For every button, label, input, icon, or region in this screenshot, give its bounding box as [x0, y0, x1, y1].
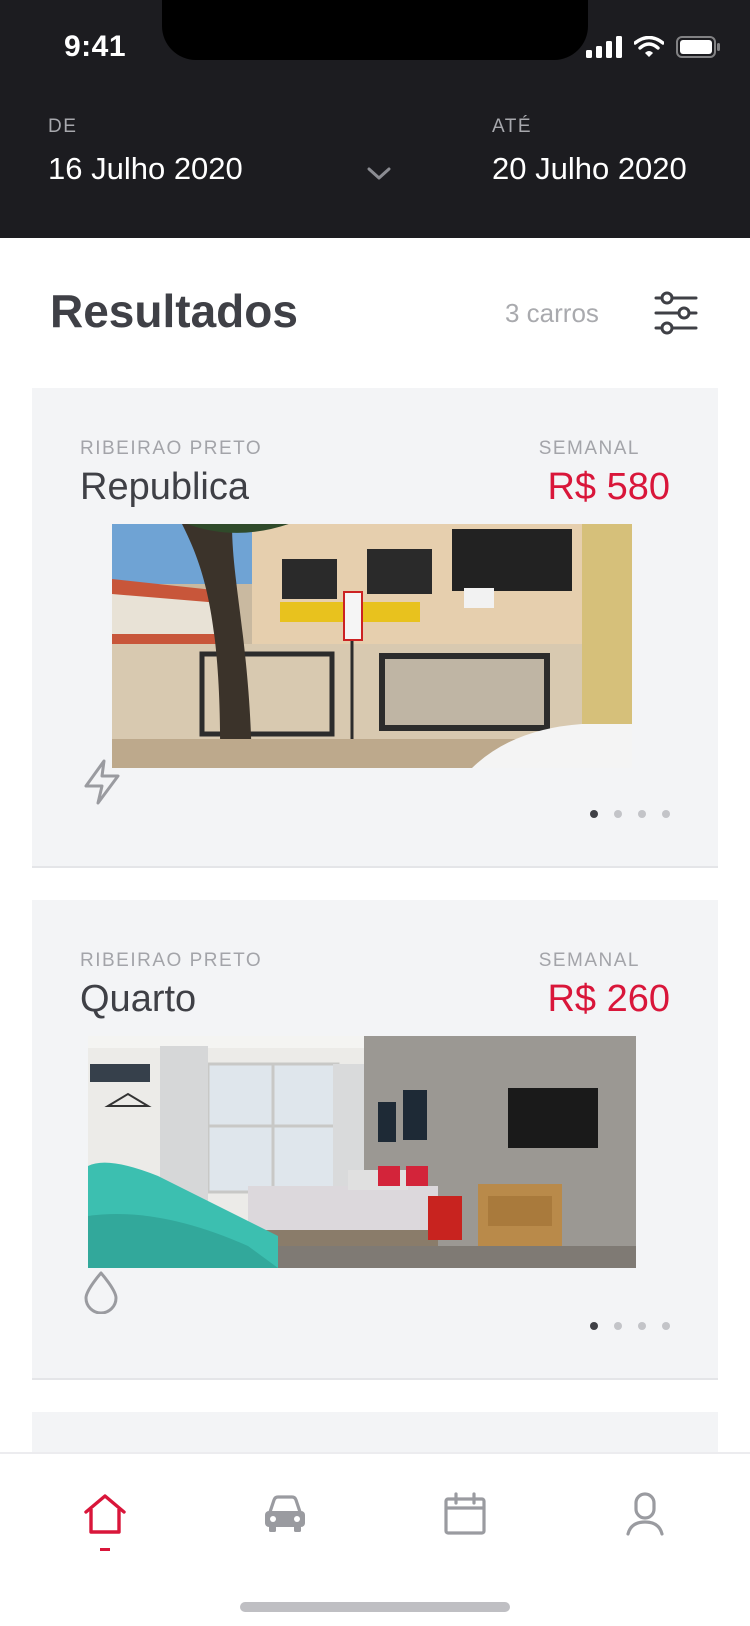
to-date-value[interactable]: 20 Julho 2020 [492, 151, 687, 187]
pagination-dot[interactable] [614, 1322, 622, 1330]
listing-name: Quarto [80, 978, 197, 1020]
status-time: 9:41 [64, 30, 127, 63]
tab-home[interactable] [75, 1484, 135, 1544]
calendar-icon [444, 1492, 486, 1535]
profile-icon [626, 1492, 664, 1536]
wifi-icon [634, 36, 664, 57]
chevron-down-icon[interactable] [364, 160, 394, 186]
pagination-dot[interactable] [614, 810, 622, 818]
photo-pagination[interactable] [590, 810, 670, 818]
results-count: 3 carros [505, 298, 599, 328]
pagination-dot[interactable] [590, 810, 598, 818]
home-indicator[interactable] [240, 1602, 510, 1612]
date-header: 9:41 DE 16 Julho 2020 ATÉ 20 Julho 2020 [0, 0, 750, 238]
listing-name: Republica [80, 466, 249, 508]
tab-calendar[interactable] [435, 1484, 495, 1544]
home-icon [84, 1494, 126, 1534]
water-drop-icon [84, 1271, 118, 1314]
listing-city: RIBEIRAO PRETO [80, 950, 263, 971]
battery-icon [676, 36, 720, 58]
from-date-label: DE [48, 116, 78, 137]
active-tab-indicator [100, 1548, 110, 1551]
pagination-dot[interactable] [662, 810, 670, 818]
pagination-dot[interactable] [638, 1322, 646, 1330]
tab-cars[interactable] [255, 1484, 315, 1544]
pagination-dot[interactable] [590, 1322, 598, 1330]
listing-price: R$ 260 [547, 978, 670, 1020]
photo-pagination[interactable] [590, 1322, 670, 1330]
pagination-dot[interactable] [662, 1322, 670, 1330]
filter-sliders-icon[interactable] [654, 290, 698, 336]
to-date-label: ATÉ [492, 116, 533, 137]
cellular-signal-icon [586, 36, 622, 58]
listing-photo[interactable] [112, 524, 632, 768]
listing-card[interactable]: RIBEIRAO PRETO SEMANAL Quarto R$ 260 [32, 900, 718, 1380]
status-icons [586, 36, 720, 58]
listing-city: RIBEIRAO PRETO [80, 438, 263, 459]
results-title: Resultados [50, 285, 298, 337]
lightning-icon [84, 759, 120, 805]
tab-bar [0, 1452, 750, 1626]
car-icon [265, 1495, 305, 1532]
listing-card[interactable]: RIBEIRAO PRETO SEMANAL Republica R$ 580 [32, 388, 718, 868]
listing-price: R$ 580 [547, 466, 670, 508]
listing-period: SEMANAL [538, 950, 640, 971]
pagination-dot[interactable] [638, 810, 646, 818]
listing-photo[interactable] [88, 1036, 636, 1268]
from-date-value[interactable]: 16 Julho 2020 [48, 151, 243, 187]
device-notch [162, 0, 588, 60]
tab-profile[interactable] [615, 1484, 675, 1544]
listing-period: SEMANAL [538, 438, 640, 459]
